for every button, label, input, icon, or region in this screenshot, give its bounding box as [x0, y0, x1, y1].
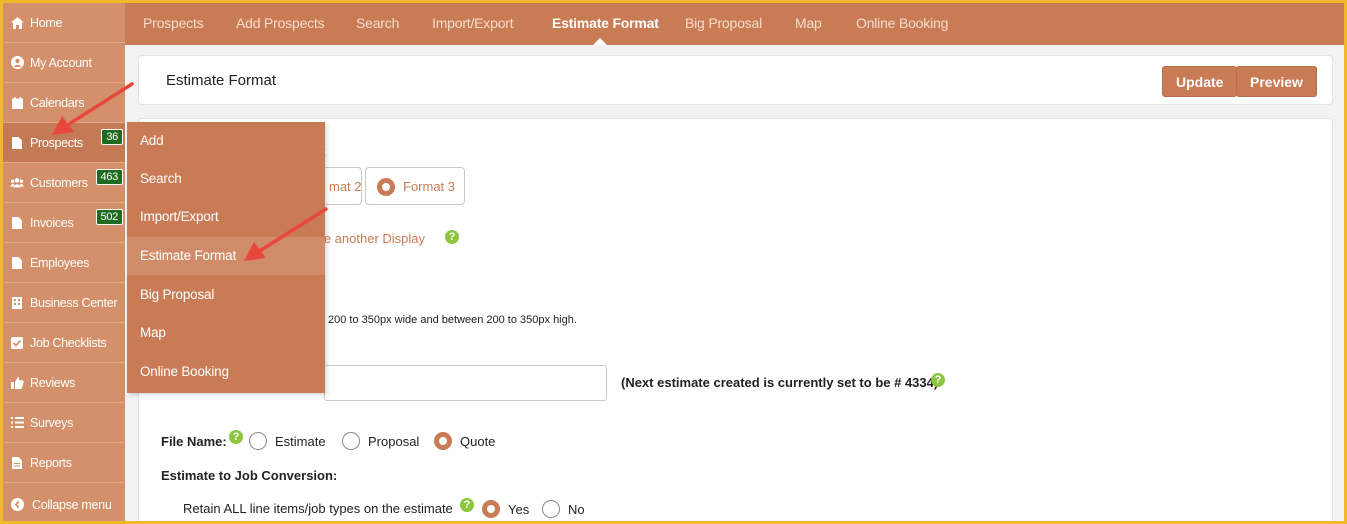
help-icon[interactable]: ?	[460, 498, 474, 512]
preview-button[interactable]: Preview	[1236, 66, 1317, 97]
tab-search[interactable]: Search	[356, 3, 399, 45]
sidebar-item-label: Job Checklists	[30, 335, 107, 350]
sidebar-item-reports[interactable]: Reports	[3, 443, 125, 483]
sidebar-item-label: Employees	[30, 255, 90, 270]
format-3-label: Format 3	[403, 179, 456, 194]
submenu-item-map[interactable]: Map	[127, 314, 325, 352]
calendar-icon	[10, 96, 24, 110]
submenu-item-estimate-format[interactable]: Estimate Format	[127, 237, 325, 275]
file-name-estimate-radio[interactable]	[249, 432, 267, 450]
invoices-count-badge: 502	[95, 209, 123, 225]
sidebar-item-surveys[interactable]: Surveys	[3, 403, 125, 443]
tab-big-proposal[interactable]: Big Proposal	[685, 3, 762, 45]
sidebar-item-my-account[interactable]: My Account	[3, 43, 125, 83]
sidebar-collapse-menu[interactable]: Collapse menu	[3, 488, 125, 521]
format-3-radio[interactable]	[377, 178, 395, 196]
document-icon	[10, 136, 24, 150]
submenu-item-big-proposal[interactable]: Big Proposal	[127, 276, 325, 314]
thumbs-up-icon	[10, 376, 24, 390]
retain-no-radio[interactable]	[542, 500, 560, 518]
users-icon	[10, 176, 24, 190]
prospects-submenu: Add Search Import/Export Estimate Format…	[127, 122, 325, 393]
submenu-item-search[interactable]: Search	[127, 160, 325, 198]
home-icon	[10, 16, 24, 30]
next-estimate-note: (Next estimate created is currently set …	[621, 375, 939, 390]
update-button[interactable]: Update	[1162, 66, 1238, 97]
customers-count-badge: 463	[95, 169, 123, 185]
prospects-count-badge: 36	[101, 129, 123, 145]
sidebar-item-label: My Account	[30, 55, 92, 70]
file-name-quote-radio[interactable]	[434, 432, 452, 450]
help-icon[interactable]: ?	[445, 230, 459, 244]
checkbox-icon	[10, 336, 24, 350]
user-circle-icon	[10, 56, 24, 70]
sidebar-item-label: Surveys	[30, 415, 74, 430]
file-name-proposal-radio[interactable]	[342, 432, 360, 450]
sidebar-item-prospects[interactable]: Prospects 36	[3, 123, 125, 163]
format-3-option[interactable]: Format 3	[365, 167, 465, 205]
sidebar-item-employees[interactable]: Employees	[3, 243, 125, 283]
sidebar-item-label: Reports	[30, 455, 72, 470]
document-icon	[10, 256, 24, 270]
file-name-estimate-label: Estimate	[275, 434, 326, 449]
sidebar-item-home[interactable]: Home	[3, 3, 125, 43]
report-icon	[10, 456, 24, 470]
submenu-item-online-booking[interactable]: Online Booking	[127, 353, 325, 391]
sidebar-item-label: Prospects	[30, 135, 83, 150]
chevron-left-circle-icon	[10, 498, 24, 512]
help-icon[interactable]: ?	[229, 430, 243, 444]
sidebar-item-customers[interactable]: Customers 463	[3, 163, 125, 203]
file-name-quote-label: Quote	[460, 434, 496, 449]
conversion-heading: Estimate to Job Conversion:	[161, 468, 338, 483]
building-icon	[10, 296, 24, 310]
page-header: Estimate Format Update Preview	[138, 55, 1333, 105]
submenu-item-import-export[interactable]: Import/Export	[127, 198, 325, 236]
sidebar-item-label: Calendars	[30, 95, 85, 110]
list-icon	[10, 416, 24, 430]
current-tab-caret	[593, 38, 607, 45]
retain-yes-radio[interactable]	[482, 500, 500, 518]
sidebar-item-label: Business Center	[30, 295, 118, 310]
document-icon	[10, 216, 24, 230]
sidebar: Home My Account Calendars Prospects 36 C…	[3, 3, 125, 521]
sidebar-item-label: Home	[30, 15, 63, 30]
tab-add-prospects[interactable]: Add Prospects	[236, 3, 325, 45]
tab-map[interactable]: Map	[795, 3, 822, 45]
sidebar-item-invoices[interactable]: Invoices 502	[3, 203, 125, 243]
tab-import-export[interactable]: Import/Export	[432, 3, 514, 45]
create-another-display-link[interactable]: ate another Display	[313, 231, 425, 246]
format-2-label: mat 2	[329, 179, 362, 194]
sidebar-item-calendars[interactable]: Calendars	[3, 83, 125, 123]
retain-line-items-label: Retain ALL line items/job types on the e…	[183, 501, 453, 516]
retain-yes-label: Yes	[508, 502, 530, 517]
sidebar-item-business-center[interactable]: Business Center	[3, 283, 125, 323]
help-icon[interactable]: ?	[931, 373, 945, 387]
file-name-proposal-label: Proposal	[368, 434, 420, 449]
sidebar-item-label: Invoices	[30, 215, 74, 230]
file-name-label: File Name:	[161, 434, 227, 449]
top-navigation: Prospects Add Prospects Search Import/Ex…	[125, 3, 1344, 45]
page-title: Estimate Format	[166, 72, 277, 89]
sidebar-item-label: Collapse menu	[32, 497, 112, 512]
next-estimate-number-input[interactable]	[324, 365, 607, 401]
retain-no-label: No	[568, 502, 585, 517]
tab-prospects[interactable]: Prospects	[143, 3, 204, 45]
sidebar-item-job-checklists[interactable]: Job Checklists	[3, 323, 125, 363]
sidebar-item-reviews[interactable]: Reviews	[3, 363, 125, 403]
tab-online-booking[interactable]: Online Booking	[856, 3, 948, 45]
sidebar-item-label: Reviews	[30, 375, 76, 390]
submenu-item-add[interactable]: Add	[127, 122, 325, 160]
logo-size-hint: 200 to 350px wide and between 200 to 350…	[328, 314, 577, 326]
sidebar-item-label: Customers	[30, 175, 88, 190]
